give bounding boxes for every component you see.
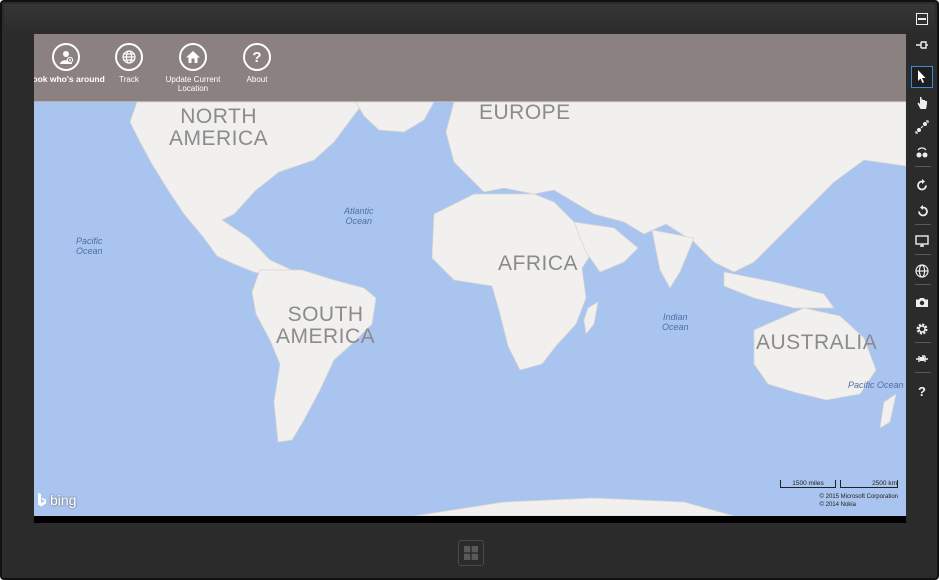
scale-miles: 1500 miles [780, 480, 836, 488]
south-america-landmass [251, 269, 377, 443]
bing-logo: bing [37, 492, 76, 508]
copyright-nokia: © 2014 Nokia [819, 502, 856, 508]
toolbar-separator [915, 372, 931, 373]
windows-button[interactable] [458, 540, 484, 566]
toolbar-separator [915, 254, 931, 255]
label-europe: EUROPE [479, 102, 571, 124]
scale-km: 2500 km [840, 480, 898, 488]
label-north-america: NORTH AMERICA [169, 105, 269, 150]
settings-icon[interactable] [911, 318, 933, 340]
label-pacific-ocean-west: Pacific Ocean [76, 236, 103, 256]
network-icon[interactable] [911, 348, 933, 370]
copyright-microsoft: © 2015 Microsoft Corporation [819, 494, 898, 500]
label-atlantic-ocean: Atlantic Ocean [344, 206, 374, 226]
label-australia: AUSTRALIA [756, 331, 878, 354]
resolution-icon[interactable] [911, 230, 933, 252]
person-icon [52, 43, 80, 71]
question-icon: ? [243, 43, 271, 71]
bing-icon [38, 493, 46, 507]
antarctica-landmass [413, 497, 735, 516]
map-copyright: © 2015 Microsoft Corporation © 2014 Noki… [820, 493, 898, 509]
mouse-mode-icon[interactable] [911, 66, 933, 88]
toolbar-separator [915, 224, 931, 225]
globe-icon [115, 43, 143, 71]
windows-logo-icon [464, 546, 478, 560]
world-map[interactable]: NORTH AMERICA EUROPE AFRICA SOUTH AMERIC… [34, 102, 906, 516]
rotate-touch-icon[interactable] [911, 142, 933, 164]
rotate-counterclockwise-icon[interactable] [911, 200, 933, 222]
about-label: About [246, 75, 268, 84]
minimize-icon[interactable] [911, 8, 933, 30]
app-bar: Look who's around Track Update Current L… [34, 34, 906, 102]
greenland-landmass [355, 102, 435, 133]
location-icon[interactable] [911, 260, 933, 282]
madagascar-landmass [583, 301, 599, 335]
map-scale: 1500 miles 2500 km [780, 480, 898, 494]
rotate-clockwise-icon[interactable] [911, 174, 933, 196]
bing-wordmark: bing [50, 492, 77, 508]
label-pacific-ocean-east: Pacific Ocean [848, 380, 904, 390]
pin-icon[interactable] [911, 34, 933, 56]
africa-landmass [431, 193, 595, 371]
toolbar-separator [915, 284, 931, 285]
help-icon[interactable]: ? [911, 380, 933, 402]
update-current-location-label: Update Current Location [165, 75, 221, 93]
label-africa: AFRICA [498, 252, 579, 275]
touch-mode-icon[interactable] [911, 92, 933, 114]
label-south-america: SOUTH AMERICA [276, 303, 376, 348]
map-land-layer [129, 102, 906, 516]
label-indian-ocean: Indian Ocean [662, 312, 689, 332]
new-zealand-landmass [879, 393, 897, 429]
india-landmass [651, 229, 695, 289]
pinch-zoom-icon[interactable] [911, 116, 933, 138]
screenshot-icon[interactable] [911, 291, 933, 313]
bezel-top [4, 4, 935, 34]
about-button[interactable]: ? About [217, 43, 297, 84]
toolbar-separator [915, 342, 931, 343]
indonesia-landmass [723, 271, 835, 309]
screen-bottom-edge [34, 516, 906, 523]
app-screen: Look who's around Track Update Current L… [34, 34, 906, 523]
toolbar-separator [915, 166, 931, 167]
simulator-toolbar: ? [907, 4, 937, 424]
home-icon [179, 43, 207, 71]
